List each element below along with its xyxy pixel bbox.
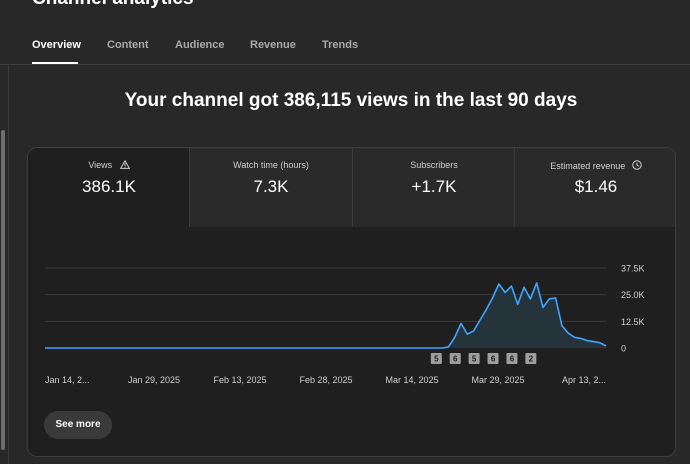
views-chart: 37.5K 25.0K 12.5K 0 5 6 5 6 6 2 Jan 14, 2... Jan 29… — [45, 264, 645, 385]
metric-views-value: 386.1K — [82, 177, 136, 196]
metric-subscribers[interactable]: Subscribers +1.7K — [353, 148, 515, 227]
y-tick-label: 25.0K — [621, 290, 645, 300]
tab-bar: Overview Content Audience Revenue Trends — [0, 30, 690, 65]
metric-views-header: Views — [28, 159, 190, 171]
see-more-button[interactable]: See more — [44, 411, 112, 439]
metric-revenue-value: $1.46 — [574, 177, 618, 196]
x-tick-label: Jan 14, 2... — [45, 375, 90, 385]
metric-subscribers-label: Subscribers — [410, 160, 458, 170]
y-tick-label: 12.5K — [621, 317, 645, 327]
x-tick-label: Feb 28, 2025 — [299, 375, 352, 385]
metric-revenue-label: Estimated revenue — [550, 161, 626, 171]
y-tick-label: 0 — [621, 344, 626, 354]
upload-marker-count: 6 — [453, 355, 458, 364]
x-tick-label: Apr 13, 2... — [562, 375, 606, 385]
tab-overview[interactable]: Overview — [32, 39, 81, 51]
page-title: Channel analytics — [32, 0, 194, 10]
tab-content[interactable]: Content — [107, 39, 149, 51]
analytics-card: Views 386.1K Watch time (hours) 7.3K Sub… — [27, 147, 676, 457]
metric-revenue-header: Estimated revenue — [515, 160, 675, 172]
tab-trends[interactable]: Trends — [322, 39, 358, 51]
clock-icon — [632, 160, 642, 172]
x-tick-label: Jan 29, 2025 — [128, 375, 180, 385]
x-tick-label: Mar 29, 2025 — [471, 375, 524, 385]
upload-marker-count: 6 — [510, 355, 515, 364]
metric-watch-time[interactable]: Watch time (hours) 7.3K — [190, 148, 352, 227]
scrollbar-thumb[interactable] — [1, 130, 5, 450]
metrics-row: Views 386.1K Watch time (hours) 7.3K Sub… — [28, 148, 675, 227]
upload-marker-count: 2 — [529, 355, 534, 364]
metric-watch-time-value: 7.3K — [253, 177, 289, 196]
metric-estimated-revenue[interactable]: Estimated revenue $1.46 — [515, 148, 675, 227]
x-tick-label: Mar 14, 2025 — [385, 375, 438, 385]
active-tab-indicator — [32, 62, 78, 64]
tab-audience[interactable]: Audience — [175, 39, 225, 51]
page-divider — [8, 65, 9, 464]
upload-marker-count: 6 — [491, 355, 496, 364]
headline: Your channel got 386,115 views in the la… — [124, 90, 578, 111]
upload-marker-count: 5 — [472, 355, 477, 364]
x-tick-label: Feb 13, 2025 — [213, 375, 266, 385]
metric-views[interactable]: Views 386.1K — [28, 148, 190, 227]
metric-watch-time-label: Watch time (hours) — [233, 160, 309, 170]
upload-marker-count: 5 — [434, 355, 439, 364]
tab-revenue[interactable]: Revenue — [250, 39, 296, 51]
metric-views-label: Views — [88, 160, 113, 170]
y-tick-label: 37.5K — [621, 264, 645, 274]
warning-icon — [119, 159, 130, 171]
metric-subscribers-value: +1.7K — [411, 177, 457, 196]
